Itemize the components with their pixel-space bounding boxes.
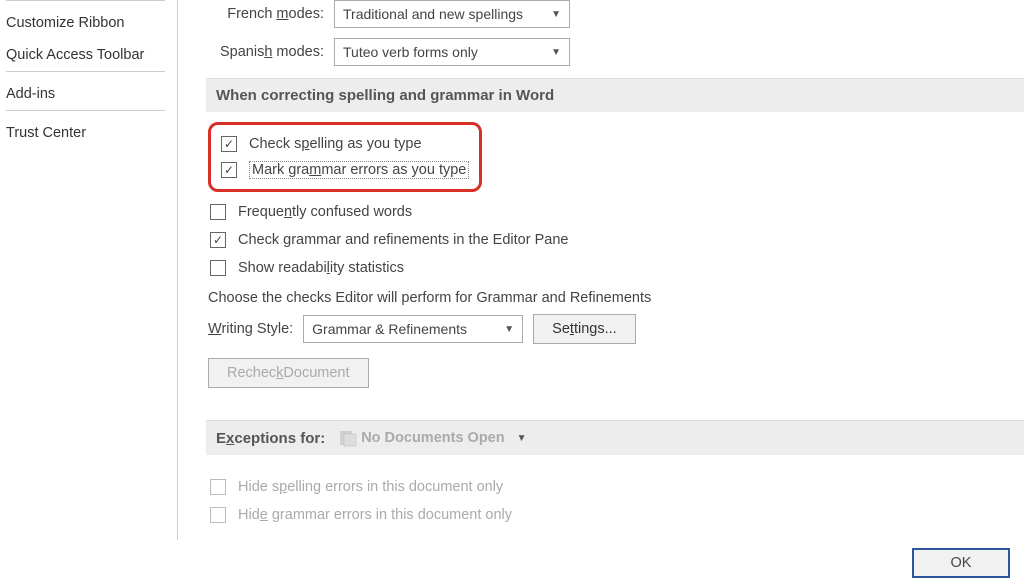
french-modes-select[interactable]: Traditional and new spellings ▼ [334, 0, 570, 28]
mark-grammar-label: Mark grammar errors as you type [249, 162, 469, 178]
ok-button[interactable]: OK [912, 548, 1010, 578]
recheck-document-button: Recheck Document [208, 358, 369, 388]
check-grammar-editor-checkbox[interactable]: ✓ [210, 232, 226, 248]
check-spelling-label: Check spelling as you type [249, 136, 422, 152]
sidebar-item-quick-access-toolbar[interactable]: Quick Access Toolbar [0, 39, 171, 71]
show-readability-label: Show readability statistics [238, 260, 404, 276]
mark-grammar-checkbox[interactable]: ✓ [221, 162, 237, 178]
hide-spelling-errors-label: Hide spelling errors in this document on… [238, 479, 503, 495]
french-modes-value: Traditional and new spellings [343, 6, 523, 22]
chevron-down-icon: ▼ [551, 47, 561, 58]
sidebar-divider [6, 110, 165, 111]
options-sidebar: Customize Ribbon Quick Access Toolbar Ad… [0, 0, 178, 540]
sidebar-divider [6, 71, 165, 72]
chevron-down-icon: ▼ [551, 9, 561, 20]
show-readability-checkbox[interactable] [210, 260, 226, 276]
sidebar-item-add-ins[interactable]: Add-ins [0, 78, 171, 110]
sidebar-item-trust-center[interactable]: Trust Center [0, 117, 171, 149]
sidebar-divider [6, 0, 165, 1]
highlight-box: ✓ Check spelling as you type ✓ Mark gram… [208, 122, 482, 192]
frequently-confused-label: Frequently confused words [238, 204, 412, 220]
editor-checks-description: Choose the checks Editor will perform fo… [208, 290, 1024, 306]
exceptions-document-value: No Documents Open [361, 430, 504, 446]
writing-style-settings-button[interactable]: Settings... [533, 314, 636, 344]
chevron-down-icon: ▼ [517, 433, 527, 444]
section-header-exceptions: Exceptions for: No Documents Open ▼ [206, 420, 1024, 455]
sidebar-item-customize-ribbon[interactable]: Customize Ribbon [0, 7, 171, 39]
chevron-down-icon: ▼ [504, 324, 514, 335]
dialog-button-bar: OK [0, 540, 1024, 586]
check-grammar-editor-label: Check grammar and refinements in the Edi… [238, 232, 568, 248]
exceptions-document-select[interactable]: No Documents Open ▼ [339, 429, 526, 447]
spanish-modes-value: Tuteo verb forms only [343, 44, 478, 60]
hide-grammar-errors-checkbox [210, 507, 226, 523]
section-header-correcting: When correcting spelling and grammar in … [206, 78, 1024, 112]
proofing-content: French modes: Traditional and new spelli… [178, 0, 1024, 540]
writing-style-select[interactable]: Grammar & Refinements ▼ [303, 315, 523, 343]
exceptions-for-label: Exceptions for: [216, 430, 325, 447]
spanish-modes-select[interactable]: Tuteo verb forms only ▼ [334, 38, 570, 66]
hide-grammar-errors-label: Hide grammar errors in this document onl… [238, 507, 512, 523]
spanish-modes-label: Spanish modes: [206, 44, 334, 60]
check-spelling-checkbox[interactable]: ✓ [221, 136, 237, 152]
frequently-confused-checkbox[interactable] [210, 204, 226, 220]
hide-spelling-errors-checkbox [210, 479, 226, 495]
word-document-icon [339, 429, 357, 447]
french-modes-label: French modes: [206, 6, 334, 22]
writing-style-label: Writing Style: [208, 321, 293, 337]
writing-style-value: Grammar & Refinements [312, 321, 467, 337]
